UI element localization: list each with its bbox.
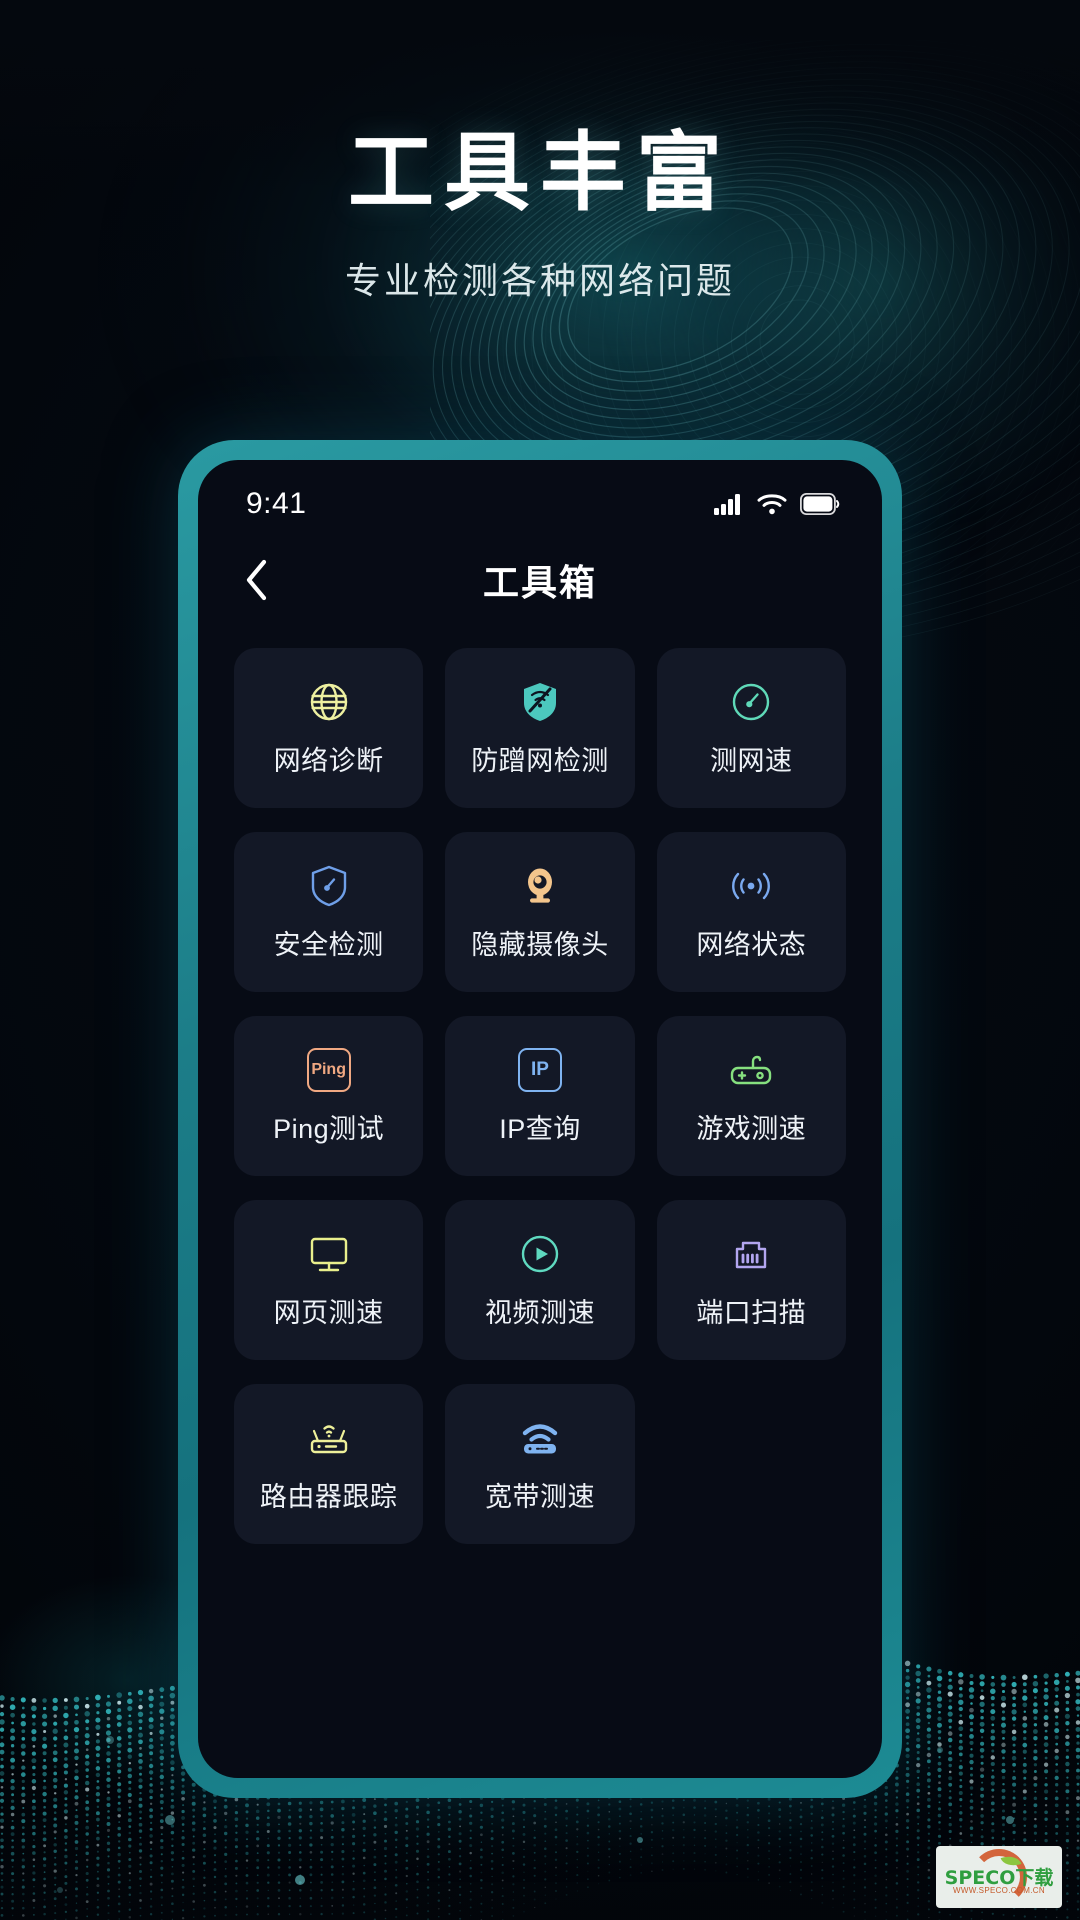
tool-label: 视频测速: [484, 1297, 595, 1328]
tool-label: Ping测试: [273, 1113, 385, 1144]
tool-card-router[interactable]: 路由器跟踪: [234, 1384, 424, 1544]
speedometer-icon: [728, 679, 774, 725]
cellular-signal-icon: [714, 494, 740, 515]
tool-card-globe[interactable]: 网络诊断: [234, 648, 424, 808]
tool-card-monitor[interactable]: 网页测速: [234, 1200, 424, 1360]
status-bar-icons: [714, 493, 840, 515]
tool-label: IP查询: [499, 1113, 581, 1144]
play-circle-icon: [517, 1231, 563, 1277]
tool-label: 网络状态: [696, 929, 807, 960]
monitor-icon: [306, 1231, 352, 1277]
tool-card-camera-eye[interactable]: 隐藏摄像头: [445, 832, 635, 992]
status-bar-time: 9:41: [246, 487, 307, 520]
tool-card-speedometer[interactable]: 测网速: [656, 648, 846, 808]
tool-card-ethernet-port[interactable]: 端口扫描: [656, 1200, 846, 1360]
wifi-icon: [757, 494, 787, 515]
tool-card-shield-check[interactable]: 安全检测: [234, 832, 424, 992]
ip-badge-icon: IP: [517, 1047, 562, 1093]
ping-badge-icon: Ping: [306, 1047, 351, 1093]
broadcast-signal-icon: [728, 863, 774, 909]
tool-label: 测网速: [710, 745, 793, 776]
tool-label: 网页测速: [273, 1297, 384, 1328]
phone-screen: 9:41 工具箱 网络诊断 防蹭网检测 测网速 安全检测 隐藏摄像头 网络状态 …: [198, 460, 882, 1778]
tool-label: 路由器跟踪: [259, 1481, 398, 1512]
tool-card-shield-wifi-block[interactable]: 防蹭网检测: [445, 648, 635, 808]
page-title: 工具丰富: [348, 125, 732, 221]
modem-wifi-icon: [517, 1415, 563, 1461]
hero-section: 工具丰富 专业检测各种网络问题: [0, 128, 1080, 304]
tool-card-ip-badge[interactable]: IP IP查询: [445, 1016, 635, 1176]
app-nav-bar: 工具箱: [198, 534, 882, 626]
globe-icon: [306, 679, 352, 725]
battery-icon: [800, 493, 840, 515]
tool-label: 防蹭网检测: [471, 745, 609, 776]
router-icon: [306, 1415, 352, 1461]
tool-grid: 网络诊断 防蹭网检测 测网速安全检测 隐藏摄像头 网络状态 Ping Ping测试 IP IP查…: [198, 626, 882, 1544]
tool-card-broadcast-signal[interactable]: 网络状态: [656, 832, 846, 992]
camera-eye-icon: [517, 863, 563, 909]
tool-card-modem-wifi[interactable]: 宽带测速: [445, 1384, 635, 1544]
chevron-left-icon: [246, 559, 267, 601]
phone-mockup-frame: 9:41 工具箱 网络诊断 防蹭网检测 测网速 安全检测 隐藏摄像头 网络状态 …: [178, 440, 902, 1798]
tool-card-ping-badge[interactable]: Ping Ping测试: [234, 1016, 424, 1176]
tool-label: 隐藏摄像头: [471, 929, 609, 960]
shield-wifi-block-icon: [517, 679, 563, 725]
status-bar: 9:41: [198, 460, 882, 534]
watermark-url: WWW.SPECO.COM.CN: [953, 1886, 1045, 1895]
tool-card-play-circle[interactable]: 视频测速: [445, 1200, 635, 1360]
tool-label: 端口扫描: [696, 1297, 807, 1328]
watermark: SPECO下载 WWW.SPECO.COM.CN: [936, 1846, 1062, 1908]
gamepad-icon: [728, 1047, 774, 1093]
shield-check-icon: [306, 863, 352, 909]
tool-label: 安全检测: [273, 929, 384, 960]
page-subtitle: 专业检测各种网络问题: [344, 260, 735, 302]
tool-card-gamepad[interactable]: 游戏测速: [656, 1016, 846, 1176]
back-button[interactable]: [234, 557, 280, 603]
tool-label: 宽带测速: [484, 1481, 595, 1512]
app-title: 工具箱: [482, 562, 597, 603]
tool-label: 网络诊断: [273, 745, 384, 776]
tool-label: 游戏测速: [696, 1113, 807, 1144]
ethernet-port-icon: [728, 1231, 774, 1277]
